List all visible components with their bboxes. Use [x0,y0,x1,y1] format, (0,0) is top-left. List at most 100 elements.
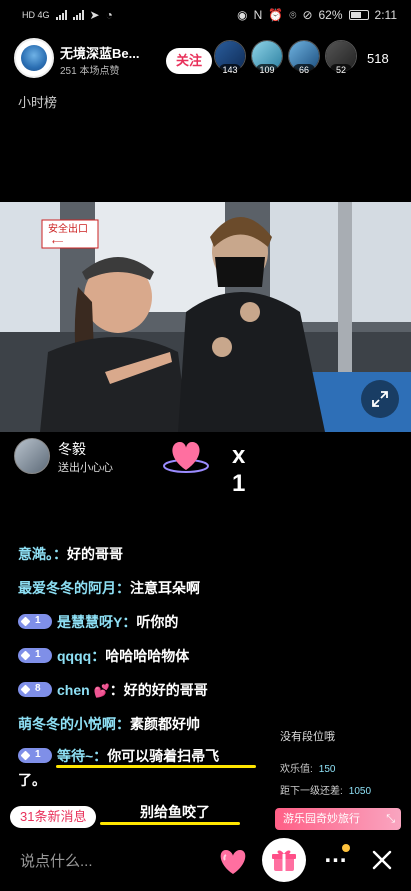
viewer-avatar[interactable]: 66 [288,40,320,76]
new-messages-button[interactable]: 31条新消息 [10,806,97,828]
chat-message-continuation: 了。 [18,770,46,790]
level-badge: 8 [18,682,52,697]
viewer-count[interactable]: 518 [367,51,389,66]
paradise-journey-button[interactable]: 游乐园奇妙旅行 ⤡ [275,808,401,830]
chat-message: 最爱冬冬的阿月：注意耳朵啊 [18,578,200,598]
level-badge: 1 [18,614,52,629]
viewer-avatar[interactable]: 143 [214,40,246,76]
wifi-icon: ◔ [105,8,113,22]
notification-dot [342,844,350,852]
chat-message: 意澔。：好的哥哥 [18,544,123,564]
viewer-badge: 66 [293,64,315,76]
svg-text:⟵: ⟵ [52,237,64,246]
expand-icon [372,391,388,407]
chat-text: 好的哥哥 [67,546,123,562]
viewer-badge: 143 [219,64,241,76]
gift-text: 送出小心心 [58,462,113,474]
chat-text: 注意耳朵啊 [130,580,200,596]
signal-icon [55,10,67,20]
heart-gift-icon[interactable] [216,846,250,876]
follow-button[interactable]: 关注 [166,48,212,74]
chat-text: 别给鱼咬了 [140,804,210,820]
gift-box-icon [272,850,296,871]
exit-sign-text: 安全出口 [48,222,88,235]
mute-icon: ⊘ [302,8,313,22]
anchor-logo-icon [21,45,47,71]
joy-row: 欢乐值: 150 [280,760,335,775]
chat-text: ：好的好的哥哥 [109,682,208,698]
nfc-icon: N [253,8,263,22]
gift-button[interactable] [262,838,306,882]
hourly-rank-link[interactable]: 小时榜 [18,92,57,111]
chat-text: 你可以骑着扫帚飞 [107,748,220,764]
gift-count: x 1 [232,442,246,497]
highlight-underline [56,765,256,768]
diamond-icon [20,616,31,627]
eye-icon: ◉ [237,8,248,22]
clock: 2:11 [374,8,397,22]
chat-message: 1 qqqq：哈哈哈哈物体 [18,646,189,666]
viewer-badge: 109 [256,64,278,76]
rank-title: 没有段位哦 [280,731,335,743]
small-heart-gift-icon [163,442,209,473]
viewer-avatar[interactable]: 52 [325,40,357,76]
live-header: 无境深蓝Be... 251 本场点赞 关注 143 109 66 52 518 [0,34,411,84]
chat-nickname[interactable]: chen [57,682,90,698]
location-icon: ⌾ [289,7,297,22]
chat-message: 1 是慧慧呀Y：听你的 [18,612,178,632]
chat-nickname[interactable]: qqqq： [57,648,105,664]
comment-input[interactable]: 说点什么... [20,850,93,871]
bottom-bar: 说点什么... … [0,834,411,886]
battery-percent: 62% [318,8,343,22]
gift-sender-name: 冬毅 [58,441,86,457]
chat-nickname[interactable]: 意澔。： [18,546,67,562]
chat-text: 了。 [18,772,46,788]
joy-label: 欢乐值: [280,764,313,775]
diamond-icon [20,750,31,761]
level-badge: 1 [18,748,52,763]
chat-nickname[interactable]: 等待~： [57,748,107,764]
next-level-label: 距下一级还差: [280,786,343,797]
close-icon[interactable] [368,846,396,874]
status-bar-right: ◉ N ⏰ ⌾ ⊘ 62% 2:11 [237,8,397,23]
live-video[interactable]: 安全出口 ⟵ [0,202,411,432]
location-arrow-icon: ➤ [89,8,100,22]
status-bar-left: HD 4G ➤ ◔ [22,8,113,22]
paradise-label: 游乐园奇妙旅行 [283,813,360,825]
network-type: HD 4G [22,10,50,20]
chat-message: 萌冬冬的小悦啊：素颜都好帅 [18,714,200,734]
chat-message: 8 chen 💕：好的好的哥哥 [18,680,208,700]
anchor-avatar[interactable] [14,38,54,78]
video-frame: 安全出口 ⟵ [0,202,411,432]
next-level-value: 1050 [348,786,372,797]
anchor-likes: 251 本场点赞 [60,66,120,77]
viewer-badge: 52 [330,64,352,76]
gift-notification: 冬毅 送出小心心 x 1 [10,436,260,497]
top-viewers: 143 109 66 52 [214,40,357,76]
viewer-avatar[interactable]: 109 [251,40,283,76]
chat-nickname[interactable]: 最爱冬冬的阿月： [18,580,130,596]
next-level-row: 距下一级还差: 1050 [280,782,371,797]
level-badge: 1 [18,648,52,663]
fullscreen-button[interactable] [361,380,399,418]
diamond-icon [20,650,31,661]
gift-sender-avatar[interactable] [14,438,50,474]
battery-icon [348,10,369,20]
joy-value: 150 [318,764,336,775]
highlight-underline [100,822,240,825]
anchor-name: 无境深蓝Be... [60,46,140,61]
chat-text: 素颜都好帅 [130,716,200,732]
heart-emoji-icon: 💕 [93,683,110,698]
alarm-icon: ⏰ [268,8,284,22]
chat-message: 1 等待~：你可以骑着扫帚飞 [18,746,219,766]
chat-text: 哈哈哈哈物体 [105,648,190,664]
chat-nickname[interactable]: 萌冬冬的小悦啊： [18,716,130,732]
chat-message: 别给鱼咬了 [140,802,210,822]
status-bar: HD 4G ➤ ◔ ◉ N ⏰ ⌾ ⊘ 62% 2:11 [0,0,411,30]
anchor-info[interactable]: 无境深蓝Be... 251 本场点赞 关注 [14,38,212,80]
collapse-arrows-icon[interactable]: ⤡ [386,808,395,830]
chat-nickname[interactable]: 是慧慧呀Y： [57,614,136,630]
diamond-icon [20,684,31,695]
chat-text: 听你的 [136,614,179,630]
signal-icon-2 [72,10,84,20]
